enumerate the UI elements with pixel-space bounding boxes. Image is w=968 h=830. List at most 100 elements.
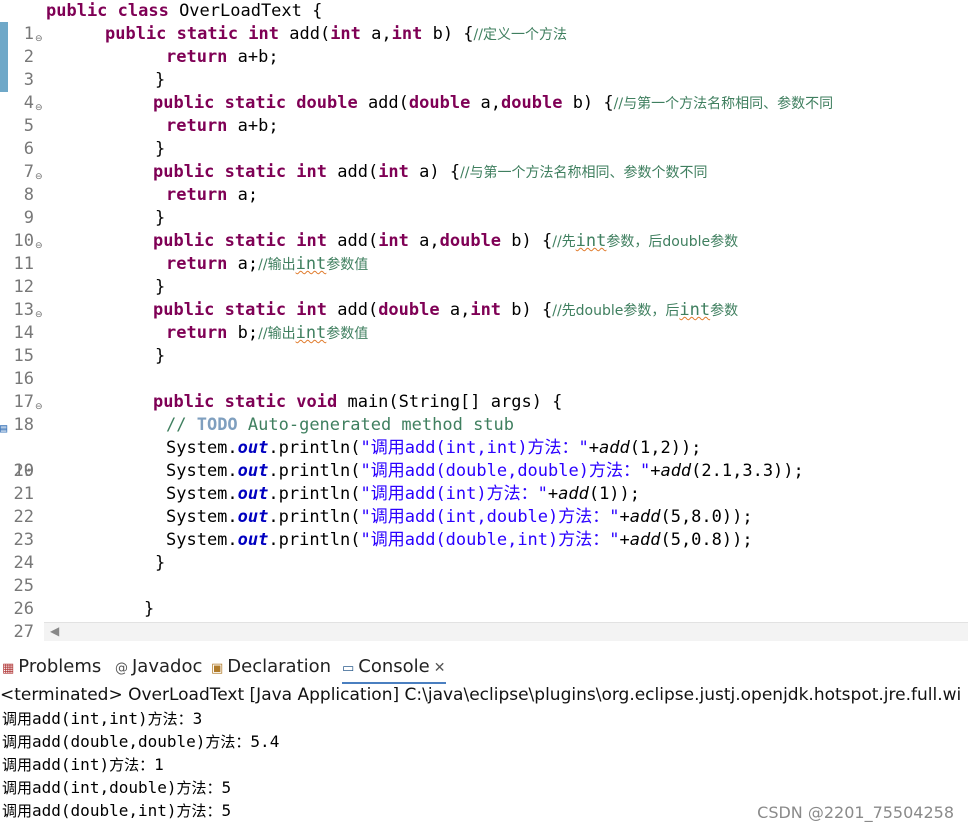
comment-spellcheck: int bbox=[679, 300, 711, 320]
code-text: System. bbox=[166, 461, 238, 481]
code-text: System. bbox=[166, 530, 238, 550]
at-icon: @ bbox=[115, 661, 128, 676]
code-line-9[interactable]: 9 return a; bbox=[0, 184, 968, 228]
keyword: int bbox=[378, 162, 409, 182]
code-text: } bbox=[144, 599, 155, 619]
code-line-25[interactable]: 25 } bbox=[0, 552, 968, 596]
code-line-7[interactable]: 7 } bbox=[0, 138, 968, 182]
code-line-8[interactable]: 8 ⊖ public static int add(int a) {//与第一个… bbox=[0, 161, 968, 205]
static-method: add bbox=[629, 530, 661, 550]
code-line-14[interactable]: 14 ⊖ public static int add(double a,int … bbox=[0, 299, 968, 343]
code-line-24[interactable]: 24 System.out.println("调用add(double,int)… bbox=[0, 529, 968, 573]
console-output-line: 调用add(int,int)方法：3 bbox=[2, 709, 203, 728]
code-text: } bbox=[155, 70, 166, 90]
code-text: (5,0.8)); bbox=[660, 530, 753, 550]
comment: //与第一个方法名称相同、参数个数不同 bbox=[460, 165, 708, 181]
code-text: } bbox=[155, 346, 166, 366]
code-text: } bbox=[155, 553, 166, 573]
code-text: b) { bbox=[422, 24, 474, 44]
code-text: .println( bbox=[268, 530, 361, 550]
tab-declaration[interactable]: ▣ Declaration bbox=[211, 652, 331, 682]
code-line-4[interactable]: 4 } bbox=[0, 69, 968, 113]
static-field: out bbox=[237, 484, 269, 504]
code-text: a+b; bbox=[227, 47, 279, 67]
code-line-15[interactable]: 15 return b;//输出int参数值 bbox=[0, 322, 968, 366]
code-text: b; bbox=[227, 323, 259, 343]
console-output-line: 调用add(double,double)方法：5.4 bbox=[2, 732, 280, 751]
tab-javadoc[interactable]: @ Javadoc bbox=[115, 652, 202, 682]
keyword: public static int bbox=[153, 162, 327, 182]
comment: //与第一个方法名称相同、参数不同 bbox=[613, 96, 834, 112]
horizontal-scrollbar[interactable]: ◀ bbox=[44, 622, 968, 641]
code-line-26[interactable]: 26 bbox=[0, 575, 968, 619]
view-tabs: ▦ Problems @ Javadoc ▣ Declaration ▭ Console… bbox=[0, 652, 968, 684]
code-text: .println( bbox=[268, 484, 361, 504]
code-line-11[interactable]: 11 ⊖ public static int add(int a,double … bbox=[0, 230, 968, 274]
code-line-5[interactable]: 5 ⊖ public static double add(double a,do… bbox=[0, 92, 968, 136]
string-literal: "调用add(int)方法：" bbox=[360, 484, 548, 504]
keyword: return bbox=[166, 185, 228, 205]
code-text: .println( bbox=[268, 507, 361, 527]
code-line-23[interactable]: 23 System.out.println("调用add(int,double)… bbox=[0, 506, 968, 550]
keyword: public static double bbox=[153, 93, 358, 113]
tab-label: Javadoc bbox=[132, 656, 203, 677]
code-text: OverLoadText { bbox=[168, 1, 323, 21]
code-line-17[interactable]: 17 bbox=[0, 368, 968, 412]
code-line-2[interactable]: 2 ⊖ public static int add(int a,int b) {… bbox=[0, 23, 968, 67]
keyword: public static int bbox=[153, 300, 327, 320]
code-text: b) { bbox=[501, 231, 553, 251]
code-line-12[interactable]: 12 return a;//输出int参数值 bbox=[0, 253, 968, 297]
code-text: (1)); bbox=[588, 484, 641, 504]
static-method: add bbox=[558, 484, 589, 504]
code-line-27[interactable]: 27 } bbox=[0, 598, 968, 642]
string-literal: "调用add(double,double)方法：" bbox=[360, 461, 651, 481]
code-line-13[interactable]: 13 } bbox=[0, 276, 968, 320]
comment: //输出 bbox=[258, 326, 296, 342]
code-editor[interactable]: 1 public class OverLoadText { 2 ⊖ public… bbox=[0, 0, 968, 642]
code-text: a, bbox=[439, 300, 471, 320]
string-literal: "调用add(double,int)方法：" bbox=[360, 530, 620, 550]
code-line-16[interactable]: 16 } bbox=[0, 345, 968, 389]
tab-label: Declaration bbox=[227, 656, 332, 677]
code-line-22[interactable]: 22 System.out.println("调用add(int)方法："+ad… bbox=[0, 483, 968, 527]
static-method: add bbox=[599, 438, 630, 458]
code-text: a; bbox=[227, 254, 259, 274]
comment: Auto-generated method stub bbox=[237, 415, 515, 435]
code-line-21[interactable]: 21 System.out.println("调用add(double,doub… bbox=[0, 460, 968, 504]
code-text: (1,2)); bbox=[629, 438, 702, 458]
code-text: add( bbox=[357, 93, 409, 113]
code-line-20[interactable]: 20 System.out.println("调用add(int,int)方法：… bbox=[0, 437, 968, 481]
code-text: + bbox=[619, 530, 630, 550]
comment: //定义一个方法 bbox=[473, 27, 567, 43]
code-text: add( bbox=[279, 24, 331, 44]
code-line-6[interactable]: 6 return a+b; bbox=[0, 115, 968, 159]
keyword: int bbox=[391, 24, 423, 44]
code-text: } bbox=[155, 139, 166, 159]
console-icon: ▭ bbox=[342, 661, 355, 676]
code-text: add( bbox=[327, 231, 379, 251]
code-text: System. bbox=[166, 507, 238, 527]
tab-problems[interactable]: ▦ Problems bbox=[2, 652, 101, 682]
keyword: return bbox=[166, 116, 228, 136]
comment: //输出 bbox=[258, 257, 296, 273]
tab-console[interactable]: ▭ Console ✕ bbox=[342, 652, 446, 684]
code-line-1[interactable]: 1 public class OverLoadText { bbox=[0, 0, 968, 44]
scroll-left-icon[interactable]: ◀ bbox=[50, 624, 59, 638]
keyword: public static int bbox=[153, 231, 327, 251]
close-icon[interactable]: ✕ bbox=[434, 660, 446, 676]
code-text: a, bbox=[408, 231, 440, 251]
code-line-10[interactable]: 10 } bbox=[0, 207, 968, 251]
code-line-18[interactable]: 18 ⊖ public static void main(String[] ar… bbox=[0, 391, 968, 435]
comment: // bbox=[166, 415, 197, 435]
code-line-19[interactable]: ▤ 19 // TODO Auto-generated method stub bbox=[0, 414, 968, 481]
keyword: double bbox=[408, 93, 471, 113]
code-line-3[interactable]: 3 return a+b; bbox=[0, 46, 968, 90]
keyword: double bbox=[439, 231, 502, 251]
code-text: b) { bbox=[562, 93, 614, 113]
keyword: public static int bbox=[105, 24, 279, 44]
code-text: System. bbox=[166, 438, 238, 458]
code-text: .println( bbox=[268, 438, 361, 458]
code-text: + bbox=[588, 438, 600, 458]
tab-label: Problems bbox=[18, 656, 102, 677]
watermark: CSDN @2201_75504258 bbox=[757, 803, 954, 822]
